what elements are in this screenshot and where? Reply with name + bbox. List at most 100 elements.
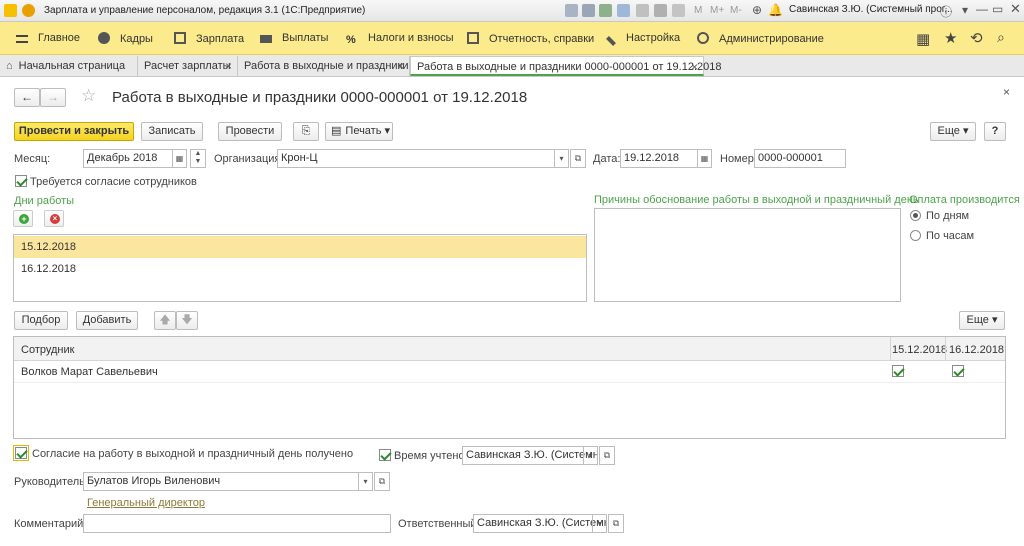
wallet-icon bbox=[260, 35, 272, 43]
close-window-icon[interactable]: ✕ bbox=[1010, 1, 1021, 17]
mail-icon[interactable] bbox=[617, 4, 630, 17]
section-menu: Главное Кадры Зарплата Выплаты % Налоги и… bbox=[0, 22, 1024, 55]
time-user-dropdown-icon[interactable]: ▾ bbox=[583, 447, 597, 464]
menu-main[interactable]: Главное bbox=[16, 32, 80, 44]
head-dropdown-icon[interactable]: ▾ bbox=[358, 473, 372, 490]
document-icon[interactable] bbox=[565, 4, 578, 17]
payment-days-radio[interactable] bbox=[910, 210, 921, 221]
search-icon[interactable]: ⌕ bbox=[997, 29, 1005, 46]
month-label: Месяц: bbox=[14, 153, 51, 165]
people-icon bbox=[98, 32, 110, 44]
menu-payments[interactable]: Выплаты bbox=[260, 32, 328, 44]
save-button[interactable]: Записать bbox=[141, 122, 203, 141]
post-button[interactable]: Провести bbox=[218, 122, 282, 141]
employee-name: Волков Марат Савельевич bbox=[21, 366, 158, 378]
organization-field[interactable]: Крон-Ц bbox=[277, 149, 569, 168]
print-button[interactable]: ▤ Печать ▾ bbox=[325, 122, 393, 141]
menu-reports[interactable]: Отчетность, справки bbox=[467, 32, 594, 45]
move-up-button[interactable]: 🡅 bbox=[154, 311, 176, 330]
menu-settings[interactable]: Настройка bbox=[606, 32, 680, 46]
close-tab-icon[interactable]: × bbox=[397, 59, 404, 73]
tab-home[interactable]: ⌂ Начальная страница bbox=[0, 56, 138, 76]
memory-mplus-icon[interactable]: M+ bbox=[710, 5, 724, 16]
col-employee[interactable]: Сотрудник bbox=[21, 344, 74, 356]
calendar-icon[interactable] bbox=[654, 4, 667, 17]
forward-button[interactable]: → bbox=[40, 88, 66, 107]
minimize-icon[interactable]: — bbox=[976, 2, 988, 16]
comment-field[interactable] bbox=[83, 514, 391, 533]
responsible-label: Ответственный: bbox=[398, 518, 480, 530]
date1-checkbox[interactable] bbox=[892, 365, 904, 377]
col-date1[interactable]: 15.12.2018 bbox=[892, 344, 947, 356]
memory-mminus-icon[interactable]: M- bbox=[730, 5, 742, 16]
favorites-star-icon[interactable]: ★ bbox=[944, 29, 957, 47]
tab-current-document[interactable]: Работа в выходные и праздники 0000-00000… bbox=[410, 56, 721, 76]
add-button[interactable]: Добавить bbox=[76, 311, 138, 330]
payment-hours-radio[interactable] bbox=[910, 230, 921, 241]
calculator-icon[interactable] bbox=[672, 4, 685, 17]
table-more-button[interactable]: Еще ▾ bbox=[959, 311, 1005, 330]
attach-button[interactable]: ⎘ bbox=[293, 122, 319, 141]
reasons-textarea[interactable] bbox=[594, 208, 901, 302]
maximize-icon[interactable]: ▭ bbox=[992, 2, 1003, 16]
close-tab-icon[interactable]: × bbox=[225, 59, 232, 73]
save-icon[interactable] bbox=[599, 4, 612, 17]
responsible-dropdown-icon[interactable]: ▾ bbox=[592, 515, 606, 532]
time-counted-checkbox[interactable] bbox=[379, 449, 391, 461]
organization-dropdown-icon[interactable]: ▾ bbox=[554, 150, 568, 167]
info-icon[interactable]: ⓘ bbox=[940, 3, 952, 20]
head-position-link[interactable]: Генеральный директор bbox=[87, 497, 205, 509]
payment-hours-label: По часам bbox=[926, 230, 975, 242]
move-down-button[interactable]: 🡇 bbox=[176, 311, 198, 330]
delete-day-button[interactable]: × bbox=[44, 210, 64, 227]
responsible-open-icon[interactable]: ⧉ bbox=[608, 514, 624, 533]
close-document-icon[interactable]: × bbox=[1003, 85, 1010, 99]
head-open-icon[interactable]: ⧉ bbox=[374, 472, 390, 491]
menu-admin[interactable]: Администрирование bbox=[697, 32, 824, 45]
print-icon[interactable] bbox=[582, 4, 595, 17]
menu-taxes[interactable]: % Налоги и взносы bbox=[346, 32, 454, 46]
more-button[interactable]: Еще ▾ bbox=[930, 122, 976, 141]
post-and-close-button[interactable]: Провести и закрыть bbox=[14, 122, 134, 141]
organization-label: Организация: bbox=[214, 153, 284, 165]
month-calendar-icon[interactable]: ▦ bbox=[172, 150, 186, 167]
table-row[interactable]: Волков Марат Савельевич bbox=[14, 361, 1005, 383]
date2-checkbox[interactable] bbox=[952, 365, 964, 377]
history-clock-icon[interactable]: ⟲ bbox=[970, 29, 983, 47]
list-item[interactable]: 16.12.2018 bbox=[14, 258, 586, 280]
menu-dropdown-icon[interactable] bbox=[22, 4, 35, 17]
time-counted-user-field[interactable]: Савинская З.Ю. (Системн bbox=[462, 446, 598, 465]
menu-personnel[interactable]: Кадры bbox=[98, 32, 153, 45]
comment-label: Комментарий: bbox=[14, 518, 87, 530]
help-button[interactable]: ? bbox=[984, 122, 1006, 141]
consent-received-checkbox[interactable] bbox=[15, 447, 27, 459]
tab-weekend-work[interactable]: Работа в выходные и праздники × bbox=[238, 56, 410, 76]
add-day-button[interactable]: + bbox=[13, 210, 33, 227]
payment-title: Оплата производится bbox=[909, 194, 1020, 206]
back-button[interactable]: ← bbox=[14, 88, 40, 107]
date-calendar-icon[interactable]: ▦ bbox=[697, 150, 711, 167]
menu-salary[interactable]: Зарплата bbox=[174, 32, 244, 45]
head-field[interactable]: Булатов Игорь Виленович bbox=[83, 472, 373, 491]
number-field[interactable]: 0000-000001 bbox=[754, 149, 846, 168]
memory-m-icon[interactable]: M bbox=[694, 5, 702, 16]
col-date2[interactable]: 16.12.2018 bbox=[949, 344, 1004, 356]
consent-required-checkbox[interactable] bbox=[15, 175, 27, 187]
zoom-icon[interactable]: ⊕ bbox=[752, 3, 762, 17]
month-spin-icon[interactable]: ▲ ▼ bbox=[190, 149, 206, 168]
time-user-open-icon[interactable]: ⧉ bbox=[599, 446, 615, 465]
close-tab-icon[interactable]: × bbox=[691, 60, 698, 74]
favorite-star-icon[interactable]: ☆ bbox=[81, 86, 96, 106]
wrench-icon bbox=[606, 36, 616, 46]
organization-open-icon[interactable]: ⧉ bbox=[570, 149, 586, 168]
tab-payroll[interactable]: Расчет зарплаты × bbox=[138, 56, 238, 76]
grid-menu-icon[interactable]: ▦ bbox=[916, 30, 930, 48]
window-title: Зарплата и управление персоналом, редакц… bbox=[44, 5, 366, 16]
history-icon[interactable] bbox=[636, 4, 649, 17]
list-item[interactable]: 15.12.2018 bbox=[14, 236, 586, 258]
bell-icon[interactable]: 🔔 bbox=[768, 3, 783, 17]
settings-dropdown-icon[interactable]: ▾ bbox=[962, 3, 968, 17]
user-name[interactable]: Савинская З.Ю. (Системный прог... bbox=[789, 4, 953, 15]
responsible-field[interactable]: Савинская З.Ю. (Системн bbox=[473, 514, 607, 533]
pick-button[interactable]: Подбор bbox=[14, 311, 68, 330]
